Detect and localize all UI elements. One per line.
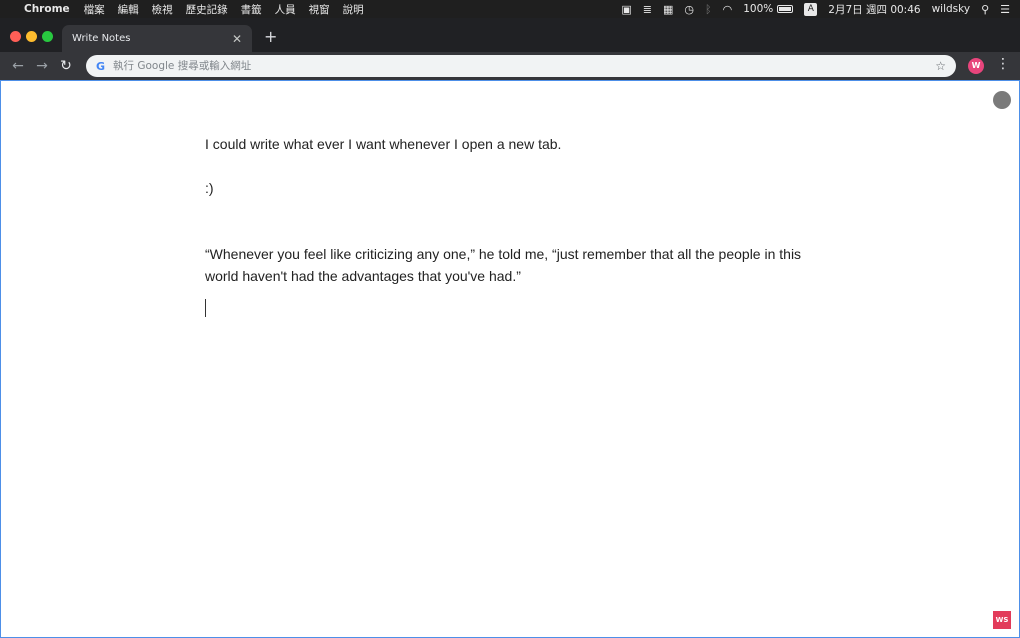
- input-method-icon[interactable]: A: [804, 2, 818, 16]
- address-bar[interactable]: G ☆: [86, 55, 956, 77]
- note-line-2: :): [205, 180, 214, 196]
- menu-app-name[interactable]: Chrome: [24, 3, 70, 15]
- menu-people[interactable]: 人員: [275, 2, 296, 17]
- menu-help[interactable]: 說明: [343, 2, 364, 17]
- extension-avatar-icon[interactable]: W: [968, 58, 984, 74]
- contacts-icon[interactable]: ▣: [621, 3, 631, 16]
- menu-bookmarks[interactable]: 書籤: [241, 2, 262, 17]
- battery-percent: 100%: [743, 3, 774, 15]
- chrome-menu-icon[interactable]: ⋮: [996, 56, 1010, 72]
- tab-title: Write Notes: [72, 33, 131, 44]
- write-notes-page: I could write what ever I want whenever …: [0, 80, 1020, 638]
- macos-menu-bar: Chrome 檔案 編輯 檢視 歷史記錄 書籤 人員 視窗 說明 ▣ ≣ ▦ ◷…: [0, 0, 1020, 18]
- menu-datetime[interactable]: 2月7日 週四 00:46: [828, 2, 920, 17]
- close-tab-icon[interactable]: ✕: [232, 32, 242, 46]
- time-machine-icon[interactable]: ◷: [684, 3, 694, 16]
- write-notes-logo[interactable]: WS: [993, 611, 1011, 629]
- forward-arrow-icon[interactable]: →: [30, 58, 54, 74]
- bookmark-star-icon[interactable]: ☆: [935, 59, 946, 73]
- omnibox-input[interactable]: [113, 60, 936, 72]
- bluetooth-icon[interactable]: ᛒ: [705, 3, 712, 16]
- notes-icon[interactable]: ≣: [643, 3, 652, 16]
- status-area: ▣ ≣ ▦ ◷ ᛒ ◠ 100% A 2月7日 週四 00:46 wildsky…: [610, 2, 1010, 17]
- menu-history[interactable]: 歷史記錄: [186, 2, 228, 17]
- close-window-button[interactable]: [10, 31, 21, 42]
- minimize-window-button[interactable]: [26, 31, 37, 42]
- back-arrow-icon[interactable]: ←: [6, 58, 30, 74]
- note-editor[interactable]: I could write what ever I want whenever …: [205, 133, 825, 317]
- menu-view[interactable]: 檢視: [152, 2, 173, 17]
- note-quote: “Whenever you feel like criticizing any …: [205, 246, 802, 284]
- fullscreen-window-button[interactable]: [42, 31, 53, 42]
- battery-icon[interactable]: [777, 5, 794, 13]
- browser-toolbar: ← → ↻ G ☆ W ⋮: [0, 52, 1020, 80]
- menu-edit[interactable]: 編輯: [118, 2, 139, 17]
- menu-window[interactable]: 視窗: [309, 2, 330, 17]
- new-tab-button[interactable]: +: [264, 29, 277, 45]
- menu-user[interactable]: wildsky: [932, 3, 970, 15]
- notification-center-icon[interactable]: ☰: [1000, 3, 1010, 16]
- spotlight-search-icon[interactable]: ⚲: [981, 3, 989, 16]
- google-g-icon: G: [96, 59, 106, 73]
- keyboard-icon[interactable]: ▦: [663, 3, 673, 16]
- settings-dot-button[interactable]: [993, 91, 1011, 109]
- reload-icon[interactable]: ↻: [54, 58, 78, 74]
- text-cursor: [205, 299, 206, 317]
- menu-file[interactable]: 檔案: [84, 2, 105, 17]
- tab-write-notes[interactable]: Write Notes ✕: [62, 25, 252, 52]
- note-line-1: I could write what ever I want whenever …: [205, 136, 562, 152]
- tab-strip: Write Notes ✕ +: [0, 18, 1020, 52]
- wifi-icon[interactable]: ◠: [723, 3, 733, 16]
